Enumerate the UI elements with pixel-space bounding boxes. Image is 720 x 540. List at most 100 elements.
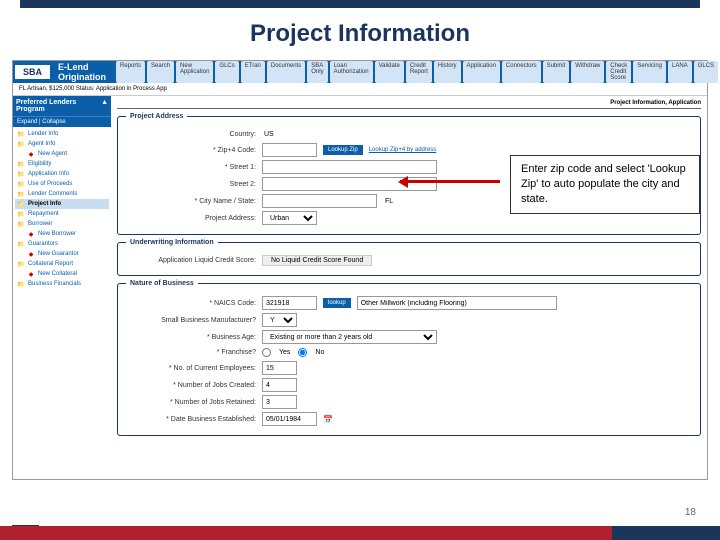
nav-label: New Borrower	[38, 231, 76, 237]
toolbar-search[interactable]: Search	[147, 61, 174, 83]
nav-new-agent[interactable]: ◆New Agent	[15, 149, 109, 159]
nav-eligibility[interactable]: 📁Eligibility	[15, 159, 109, 169]
nav-label: Use of Proceeds	[28, 181, 72, 187]
franchise-no-radio[interactable]	[298, 348, 307, 357]
jobs-created-input[interactable]	[262, 378, 297, 392]
nav-new-borrower[interactable]: ◆New Borrower	[15, 229, 109, 239]
toolbar-check-credit-score[interactable]: Check Credit Score	[606, 61, 631, 83]
nav-label: Lender Comments	[28, 191, 77, 197]
nav-guarantors[interactable]: 📁Guarantors	[15, 239, 109, 249]
date-est-label: * Date Business Established:	[126, 416, 256, 423]
nav-label: Application Info	[28, 171, 69, 177]
toolbar-application[interactable]: Application	[463, 61, 500, 83]
slide-title: Project Information	[20, 0, 700, 56]
nav-label: Collateral Report	[28, 261, 73, 267]
franchise-yes-radio[interactable]	[262, 348, 271, 357]
section-breadcrumb: Project Information, Application	[117, 98, 701, 109]
diamond-icon: ◆	[27, 250, 35, 258]
lookup-zip4-link[interactable]: Lookup Zip+4 by address	[369, 147, 437, 153]
toolbar-glcs[interactable]: GLCS	[694, 61, 718, 83]
nav-label: Lender Info	[28, 131, 58, 137]
toolbar-withdraw[interactable]: Withdraw	[571, 61, 604, 83]
nav-application-info[interactable]: 📁Application Info	[15, 169, 109, 179]
nav-label: Guarantors	[28, 241, 58, 247]
country-label: Country:	[126, 131, 256, 138]
manuf-label: Small Business Manufacturer?	[126, 317, 256, 324]
date-est-input[interactable]	[262, 412, 317, 426]
employees-input[interactable]	[262, 361, 297, 375]
toolbar-validate[interactable]: Validate	[375, 61, 404, 83]
naics-lookup-button[interactable]: lookup	[323, 298, 351, 308]
toolbar-lana[interactable]: LANA	[668, 61, 692, 83]
project-address-legend: Project Address	[126, 113, 187, 120]
folder-icon: 📁	[17, 200, 25, 208]
toolbar-credit-report[interactable]: Credit Report	[406, 61, 432, 83]
nav-project-info[interactable]: 📁Project Info	[15, 199, 109, 209]
jobs-retained-label: * Number of Jobs Retained:	[126, 399, 256, 406]
state-value: FL	[383, 196, 395, 207]
nature-business-fieldset: Nature of Business * NAICS Code:lookup S…	[117, 280, 701, 436]
nav-agent-info[interactable]: 📁Agent Info	[15, 139, 109, 149]
folder-icon: 📁	[17, 160, 25, 168]
manuf-select[interactable]: Y	[262, 313, 297, 327]
nav-collateral-report[interactable]: 📁Collateral Report	[15, 259, 109, 269]
nav-repayment[interactable]: 📁Repayment	[15, 209, 109, 219]
collapse-icon[interactable]: ▲	[101, 99, 108, 113]
nav-label: New Agent	[38, 151, 67, 157]
project-addr-label: Project Address:	[126, 215, 256, 222]
nav-business-financials[interactable]: 📁Business Financials	[15, 279, 109, 289]
toolbar-servicing[interactable]: Servicing	[633, 61, 666, 83]
zip-label: * Zip+4 Code:	[126, 147, 256, 154]
lookup-zip-button[interactable]: Lookup Zip	[323, 145, 363, 155]
nav-label: Business Financials	[28, 281, 81, 287]
zip-input[interactable]	[262, 143, 317, 157]
toolbar-buttons: ReportsSearchNew ApplicationGLCsETranDoc…	[116, 61, 720, 83]
project-addr-select[interactable]: Urban	[262, 211, 317, 225]
country-value: US	[262, 129, 276, 140]
nav-new-guarantor[interactable]: ◆New Guarantor	[15, 249, 109, 259]
toolbar-connectors[interactable]: Connectors	[502, 61, 541, 83]
sidebar-header-label: Preferred Lenders Program	[16, 99, 101, 113]
business-age-label: * Business Age:	[126, 334, 256, 341]
employees-label: * No. of Current Employees:	[126, 365, 256, 372]
toolbar-reports[interactable]: Reports	[116, 61, 145, 83]
callout-box: Enter zip code and select 'Lookup Zip' t…	[510, 155, 700, 214]
city-input[interactable]	[262, 194, 377, 208]
folder-icon: 📁	[17, 190, 25, 198]
nav-lender-comments[interactable]: 📁Lender Comments	[15, 189, 109, 199]
nav-lender-info[interactable]: 📁Lender Info	[15, 129, 109, 139]
toolbar-documents[interactable]: Documents	[267, 61, 305, 83]
city-state-label: * City Name / State:	[126, 198, 256, 205]
naics-input[interactable]	[262, 296, 317, 310]
street1-label: * Street 1:	[126, 164, 256, 171]
collapse-link[interactable]: Collapse	[42, 119, 65, 125]
nav-label: Repayment	[28, 211, 59, 217]
diamond-icon: ◆	[27, 150, 35, 158]
jobs-retained-input[interactable]	[262, 395, 297, 409]
toolbar-loan-authorization[interactable]: Loan Authorization	[330, 61, 373, 83]
expand-link[interactable]: Expand	[17, 119, 37, 125]
toolbar-glcs[interactable]: GLCs	[215, 61, 238, 83]
street1-input[interactable]	[262, 160, 437, 174]
business-age-select[interactable]: Existing or more than 2 years old	[262, 330, 437, 344]
nav-new-collateral[interactable]: ◆New Collateral	[15, 269, 109, 279]
nav-tree: 📁Lender Info📁Agent Info◆New Agent📁Eligib…	[13, 127, 111, 291]
sidebar-expand-collapse[interactable]: Expand | Collapse	[13, 116, 111, 127]
street2-label: Street 2:	[126, 181, 256, 188]
toolbar-history[interactable]: History	[434, 61, 461, 83]
footer-bar	[0, 526, 720, 540]
diamond-icon: ◆	[27, 230, 35, 238]
liquid-score-value: No Liquid Credit Score Found	[262, 255, 372, 266]
naics-label: * NAICS Code:	[126, 300, 256, 307]
toolbar-etran[interactable]: ETran	[241, 61, 265, 83]
nav-use-of-proceeds[interactable]: 📁Use of Proceeds	[15, 179, 109, 189]
calendar-icon[interactable]: 📅	[323, 415, 333, 424]
folder-icon: 📁	[17, 280, 25, 288]
toolbar-submit[interactable]: Submit	[543, 61, 570, 83]
franchise-no-label: No	[313, 347, 326, 358]
nav-borrower[interactable]: 📁Borrower	[15, 219, 109, 229]
app-window: SBA E-Lend Origination ReportsSearchNew …	[12, 60, 708, 480]
page-number: 18	[685, 507, 696, 518]
toolbar-sba-only[interactable]: SBA Only	[307, 61, 327, 83]
toolbar-new-application[interactable]: New Application	[176, 61, 213, 83]
